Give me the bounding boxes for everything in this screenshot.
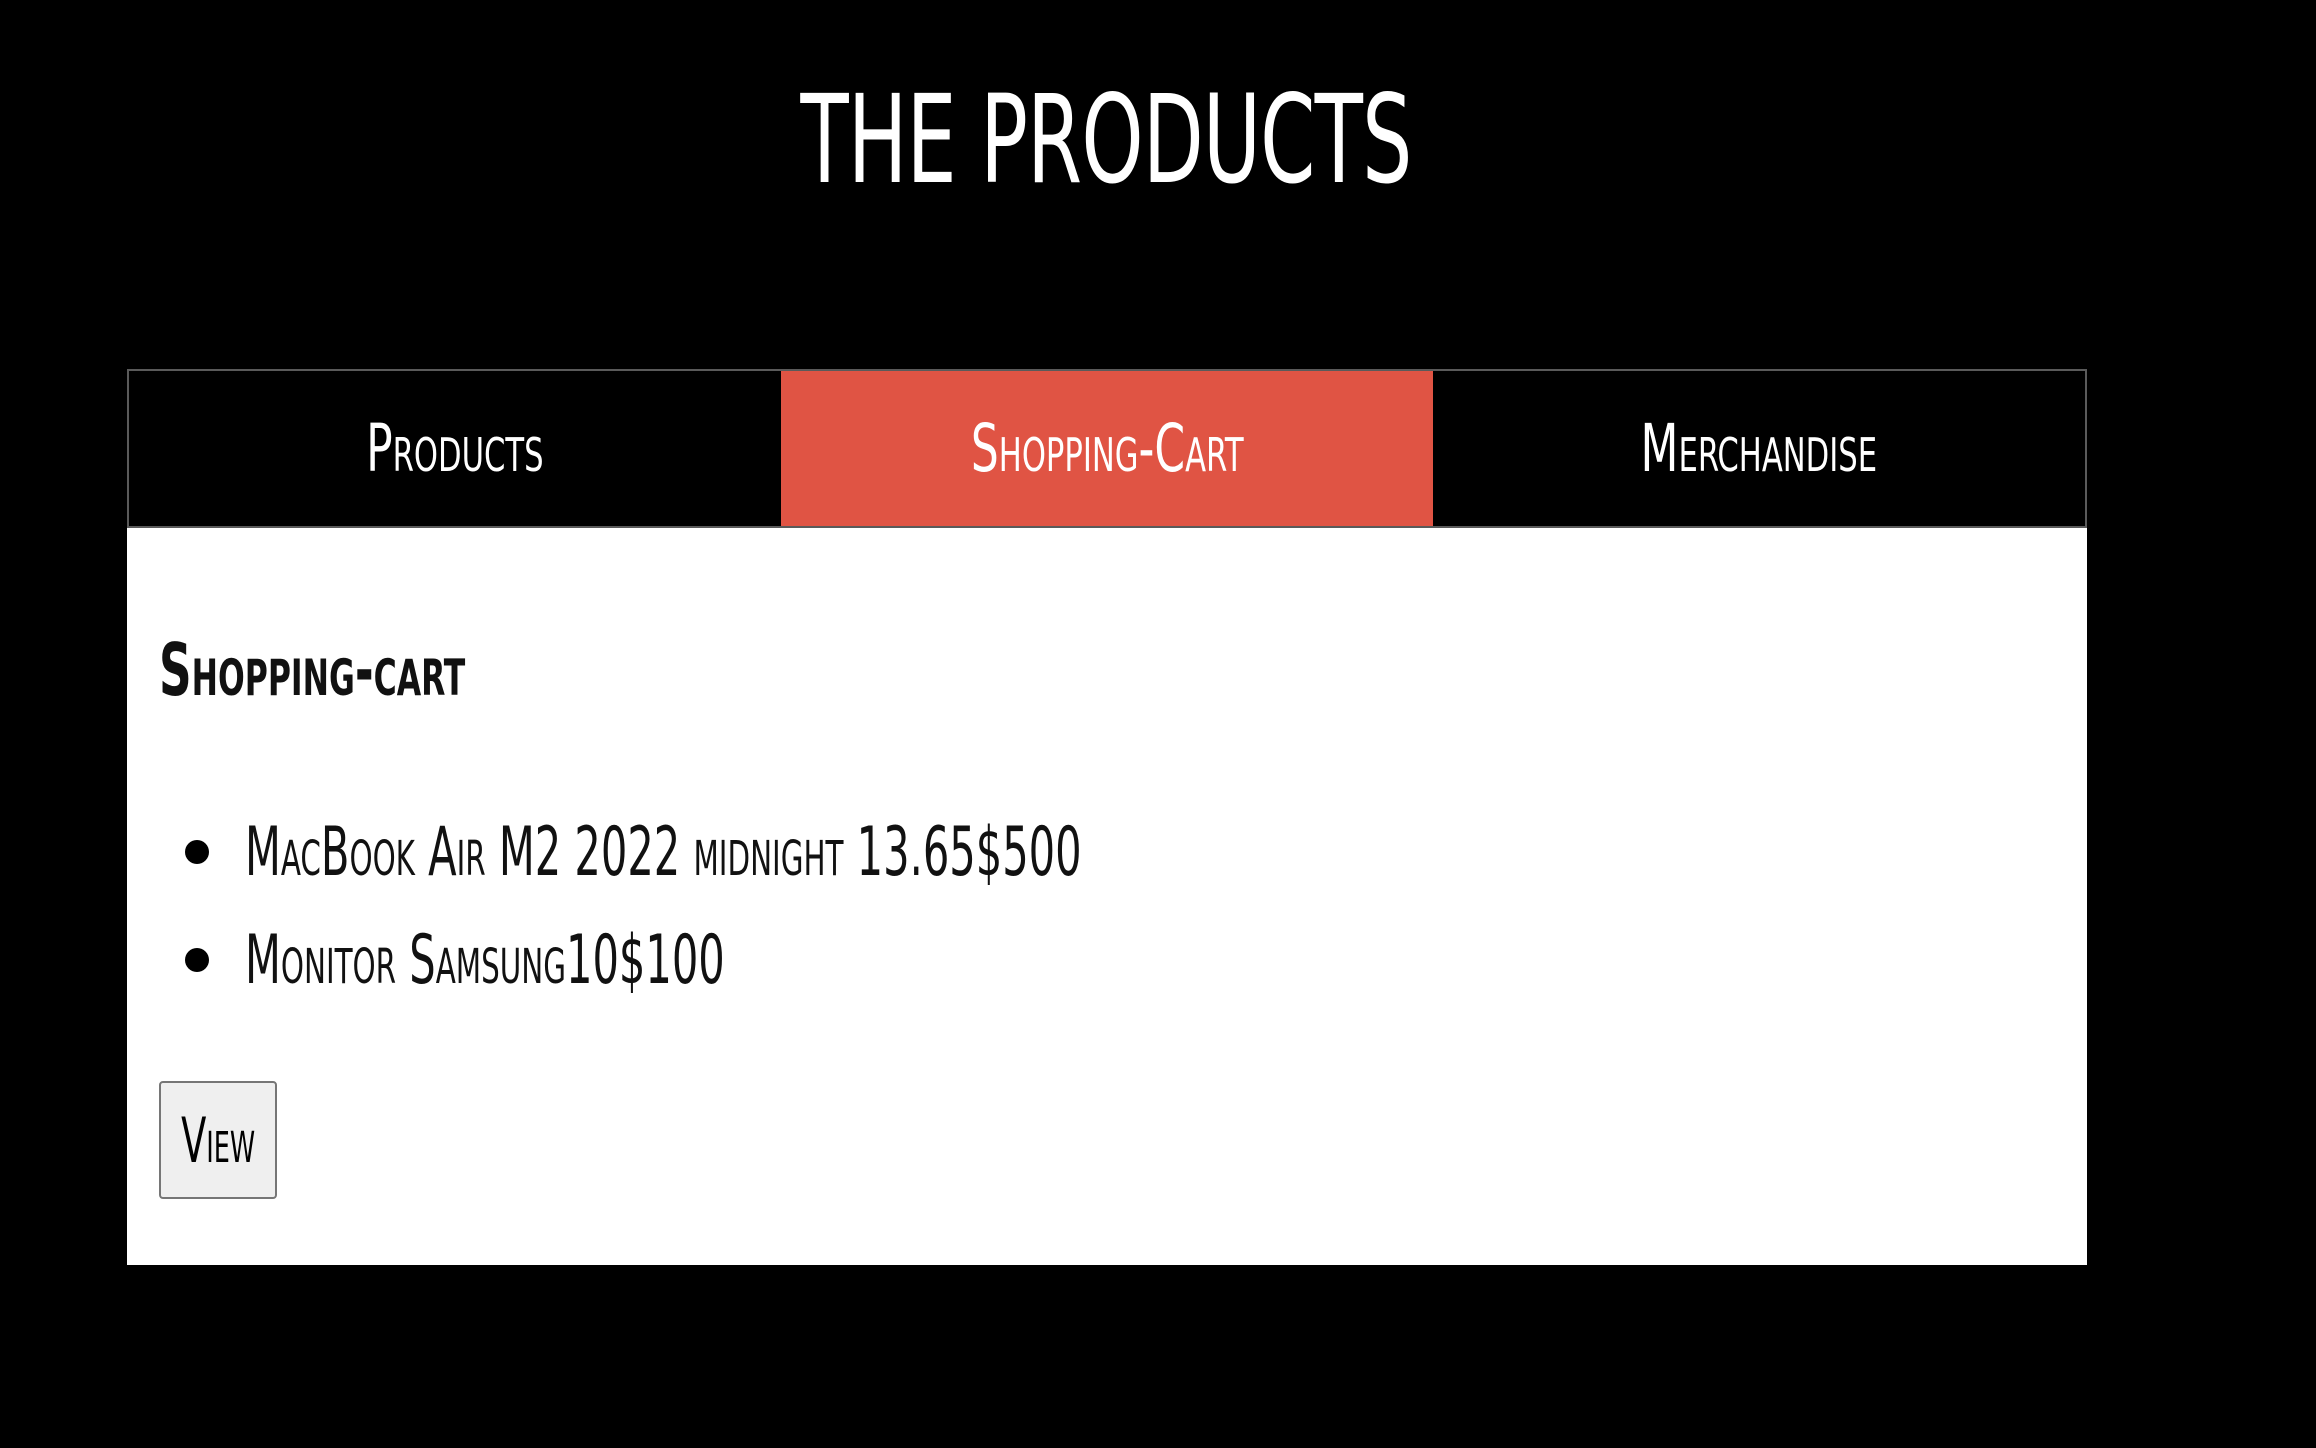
- cart-list: MacBook Air M2 2022 midnight 13.65$500 M…: [159, 798, 1475, 1014]
- tab-merchandise-label: Merchandise: [1640, 410, 1878, 487]
- bullet-icon: [185, 840, 209, 864]
- tab-products[interactable]: Products: [129, 371, 781, 526]
- view-button-label: View: [180, 1103, 256, 1177]
- tab-products-label: Products: [366, 410, 544, 487]
- tab-bar: Products Shopping-Cart Merchandise: [127, 369, 2087, 528]
- list-item: Monitor Samsung10$100: [159, 906, 1475, 1014]
- panel-heading: Shopping-cart: [159, 628, 466, 712]
- cart-item-text: Monitor Samsung10$100: [245, 920, 725, 1000]
- shopping-cart-panel: Shopping-cart MacBook Air M2 2022 midnig…: [127, 528, 2087, 1265]
- page: THE PRODUCTS Products Shopping-Cart Merc…: [0, 0, 2316, 1448]
- bullet-icon: [185, 948, 209, 972]
- cart-item-text: MacBook Air M2 2022 midnight 13.65$500: [245, 812, 1082, 892]
- tab-shopping-cart-label: Shopping-Cart: [970, 410, 1244, 487]
- view-button[interactable]: View: [159, 1081, 277, 1199]
- page-title: THE PRODUCTS: [800, 69, 1412, 211]
- tab-shopping-cart[interactable]: Shopping-Cart: [781, 371, 1433, 526]
- list-item: MacBook Air M2 2022 midnight 13.65$500: [159, 798, 1475, 906]
- tab-merchandise[interactable]: Merchandise: [1433, 371, 2085, 526]
